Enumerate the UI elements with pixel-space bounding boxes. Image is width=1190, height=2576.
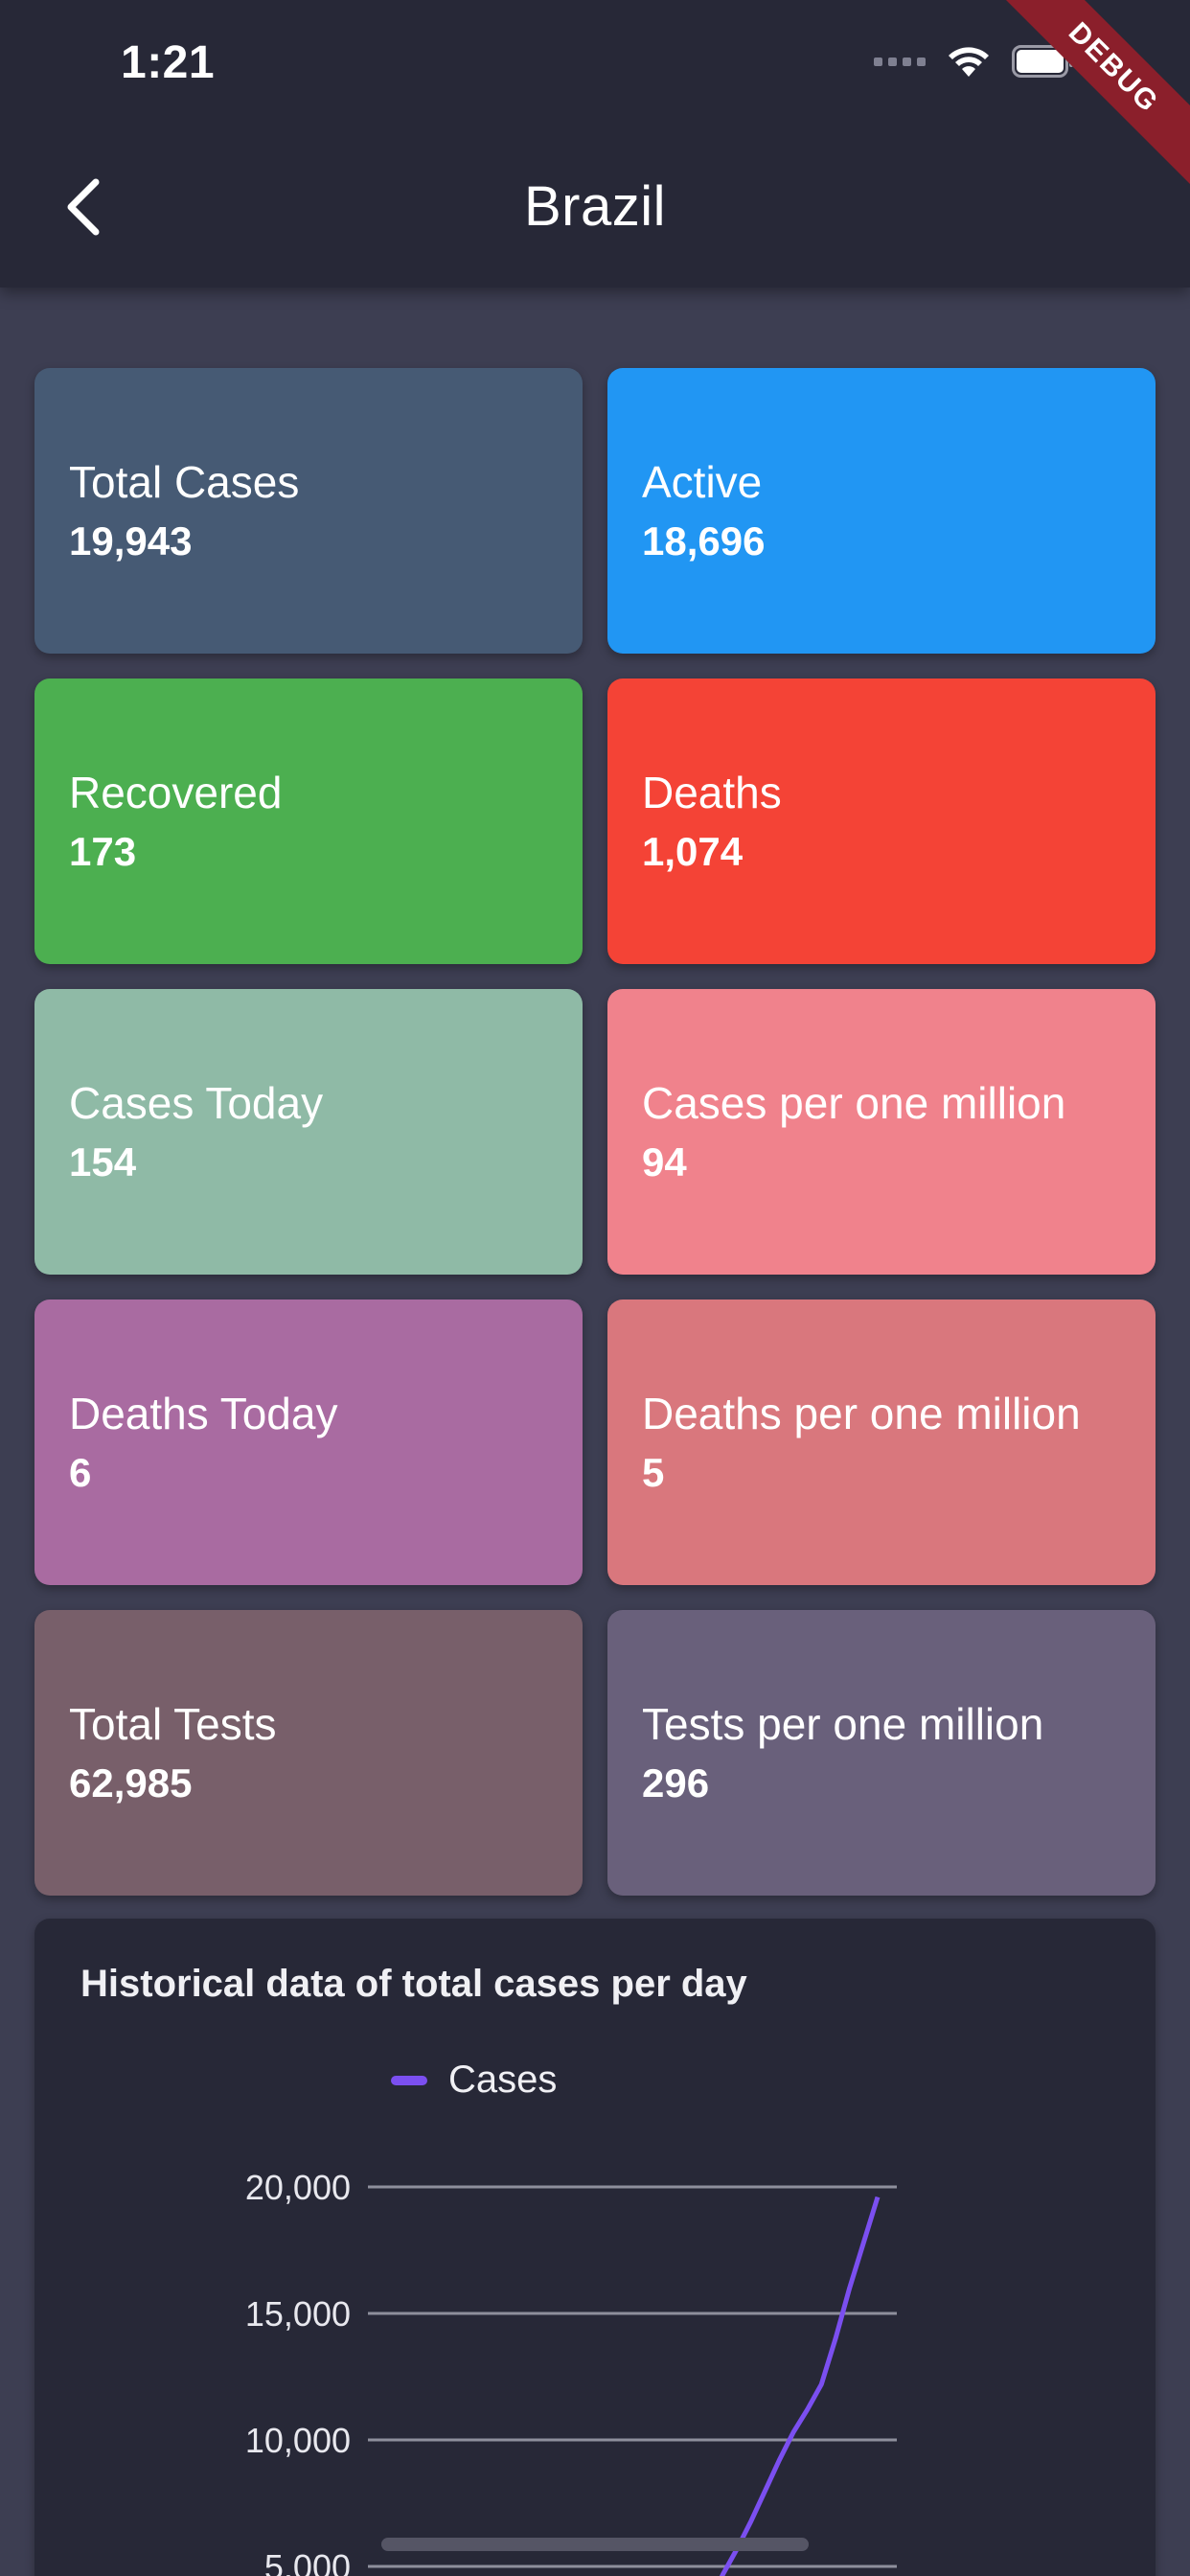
screen: 1:21 Brazil DEBUG Total Cases 19,943 Act… — [0, 0, 1190, 2576]
stat-card-value: 94 — [642, 1139, 687, 1184]
wifi-icon — [947, 44, 991, 79]
stat-card-label: Deaths — [642, 768, 782, 817]
stat-card-value: 5 — [642, 1450, 665, 1495]
stat-card-recovered[interactable]: Recovered 173 — [34, 678, 583, 964]
stat-card-value: 62,985 — [69, 1760, 193, 1806]
stat-card-tests-per-million[interactable]: Tests per one million 296 — [607, 1610, 1156, 1896]
stat-card-deaths-today[interactable]: Deaths Today 6 — [34, 1300, 583, 1585]
stat-card-label: Tests per one million — [642, 1699, 1044, 1749]
stat-card-label: Recovered — [69, 768, 283, 817]
cellular-signal-icon — [874, 57, 926, 66]
y-tick-label: 10,000 — [245, 2421, 351, 2460]
historical-chart-card: Historical data of total cases per day C… — [34, 1919, 1156, 2576]
status-icons — [874, 42, 1075, 80]
stat-card-value: 18,696 — [642, 518, 766, 564]
stat-card-value: 6 — [69, 1450, 92, 1495]
stat-card-cases-per-million[interactable]: Cases per one million 94 — [607, 989, 1156, 1275]
stat-card-label: Cases Today — [69, 1078, 324, 1128]
stat-card-label: Active — [642, 457, 763, 507]
line-chart: 20,000 15,000 10,000 5,000 — [245, 2168, 897, 2576]
stat-card-label: Cases per one million — [642, 1078, 1066, 1128]
stat-card-label: Total Tests — [69, 1699, 277, 1749]
status-time: 1:21 — [121, 37, 216, 88]
stats-grid: Total Cases 19,943 Active 18,696 Recover… — [34, 368, 1156, 1896]
stat-card-value: 296 — [642, 1760, 710, 1806]
top-bar: 1:21 Brazil — [0, 0, 1190, 288]
page-title: Brazil — [523, 175, 667, 238]
stat-card-cases-today[interactable]: Cases Today 154 — [34, 989, 583, 1275]
stat-card-value: 173 — [69, 829, 137, 874]
stat-card-label: Total Cases — [69, 457, 300, 507]
y-tick-label: 20,000 — [245, 2168, 351, 2207]
stat-card-value: 19,943 — [69, 518, 193, 564]
stat-card-total-cases[interactable]: Total Cases 19,943 — [34, 368, 583, 654]
stat-card-deaths[interactable]: Deaths 1,074 — [607, 678, 1156, 964]
series-line-cases — [719, 2196, 881, 2576]
stat-card-value: 1,074 — [642, 829, 744, 874]
stat-card-deaths-per-million[interactable]: Deaths per one million 5 — [607, 1300, 1156, 1585]
stat-card-value: 154 — [69, 1139, 137, 1184]
home-indicator — [381, 2538, 809, 2551]
stat-card-label: Deaths per one million — [642, 1389, 1081, 1438]
y-tick-label: 15,000 — [245, 2294, 351, 2334]
stat-card-total-tests[interactable]: Total Tests 62,985 — [34, 1610, 583, 1896]
stat-card-label: Deaths Today — [69, 1389, 338, 1438]
y-tick-label: 5,000 — [264, 2547, 351, 2576]
stat-card-active[interactable]: Active 18,696 — [607, 368, 1156, 654]
